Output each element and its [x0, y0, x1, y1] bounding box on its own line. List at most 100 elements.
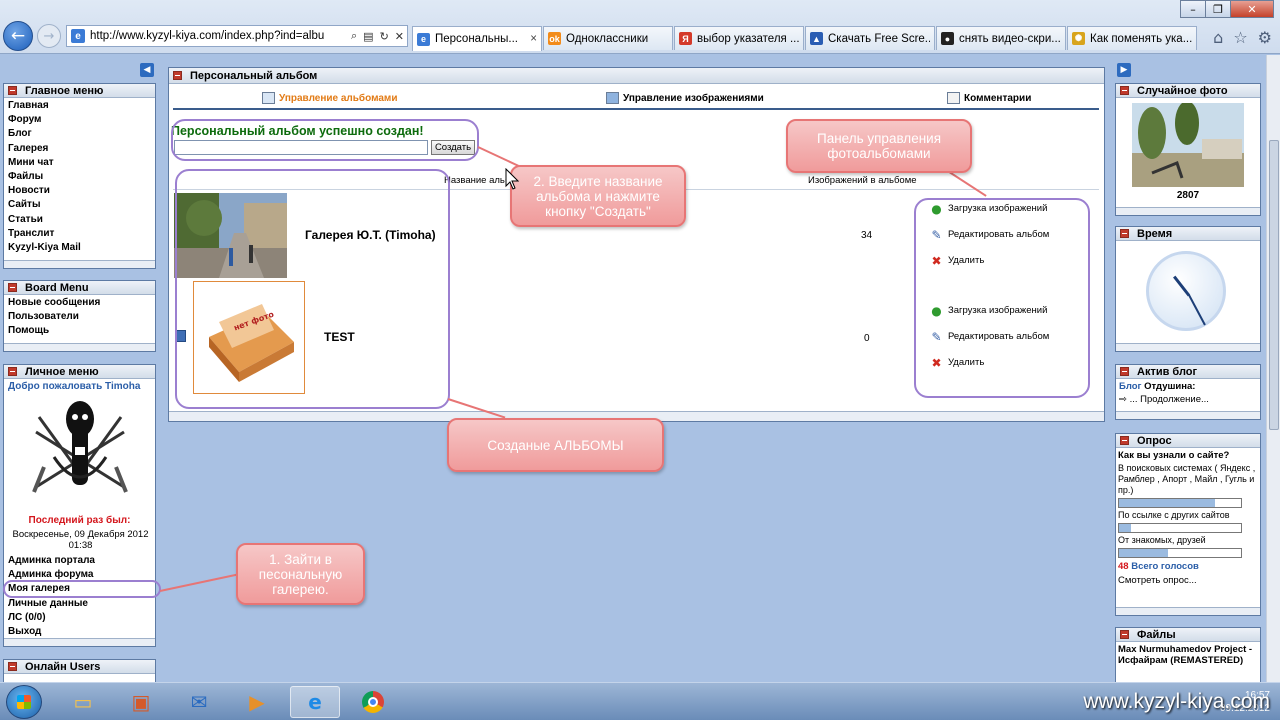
menu-item[interactable]: Личные данные — [8, 597, 151, 611]
view-poll-link[interactable]: Смотреть опрос... — [1116, 573, 1260, 588]
menu-item[interactable]: Сайты — [8, 198, 151, 212]
collapse-minus-icon[interactable] — [8, 367, 17, 376]
collapse-minus-icon[interactable] — [1120, 229, 1129, 238]
menu-item[interactable]: Форум — [8, 113, 151, 127]
tab-favicon-icon: ● — [941, 32, 954, 45]
tab-manage-images[interactable]: Управление изображениями — [606, 92, 764, 104]
files-title: Файлы — [1137, 628, 1176, 641]
board-menu-block: Board Menu Новые сообщения Пользователи По… — [3, 280, 156, 352]
tab-title: выбор указателя ... — [697, 32, 799, 45]
main-menu-header[interactable]: Главное меню — [4, 84, 155, 98]
blog-more-link[interactable]: ⇨ ... Продолжение... — [1116, 394, 1260, 405]
menu-item[interactable]: Мини чат — [8, 156, 151, 170]
menu-item[interactable]: Админка портала — [8, 554, 151, 568]
col-image-count: Изображений в альбоме — [808, 175, 917, 186]
tab-label: Комментарии — [964, 92, 1032, 104]
active-blog-header[interactable]: Актив блог — [1116, 365, 1260, 379]
collapse-minus-icon[interactable] — [1120, 86, 1129, 95]
menu-item[interactable]: Блог — [8, 127, 151, 141]
collapse-minus-icon[interactable] — [1120, 367, 1129, 376]
menu-item[interactable]: Kyzyl-Kiya Mail — [8, 241, 151, 255]
menu-item[interactable]: Галерея — [8, 142, 151, 156]
online-users-header[interactable]: Онлайн Users — [4, 660, 155, 674]
random-photo-id: 2807 — [1176, 190, 1200, 201]
menu-item[interactable]: Помощь — [8, 324, 151, 338]
clock-hour-hand — [1173, 275, 1191, 297]
personal-menu-header[interactable]: Личное меню — [4, 365, 155, 379]
time-header[interactable]: Время — [1116, 227, 1260, 241]
blog-entry[interactable]: Блог Отдушина: — [1116, 379, 1260, 394]
tab-comments[interactable]: Комментарии — [947, 92, 1031, 104]
personal-menu-title: Личное меню — [25, 365, 99, 378]
browser-tab[interactable]: Явыбор указателя ... — [674, 26, 804, 50]
forward-button[interactable]: → — [37, 24, 61, 48]
chrome-icon[interactable] — [348, 686, 398, 718]
clock-minute-hand — [1188, 294, 1206, 326]
poll-header[interactable]: Опрос — [1116, 434, 1260, 448]
browser-tab[interactable]: ● снять видео-скри... — [936, 26, 1066, 50]
menu-item[interactable]: Пользователи — [8, 310, 151, 324]
close-window-button[interactable]: ✕ — [1230, 0, 1274, 18]
poll-option-2-label: По ссылке с других сайтов — [1118, 510, 1230, 520]
explorer-folder-icon[interactable]: ▭ — [58, 686, 108, 718]
poll-total-votes: 48 Всего голосов — [1116, 560, 1260, 573]
address-bar[interactable]: e http://www.kyzyl-kiya.com/index.php?in… — [66, 25, 408, 47]
menu-item[interactable]: Транслит — [8, 227, 151, 241]
compat-view-icon[interactable]: ▤ — [363, 30, 373, 43]
internet-explorer-icon[interactable]: e — [290, 686, 340, 718]
collapse-minus-icon[interactable] — [1120, 436, 1129, 445]
media-player-icon[interactable]: ▶ — [232, 686, 282, 718]
board-menu-header[interactable]: Board Menu — [4, 281, 155, 295]
home-icon[interactable]: ⌂ — [1213, 28, 1223, 47]
page-scrollbar[interactable] — [1266, 55, 1280, 682]
block-footer — [4, 638, 155, 646]
collapse-minus-icon[interactable] — [8, 283, 17, 292]
random-photo-header[interactable]: Случайное фото — [1116, 84, 1260, 98]
browser-tab[interactable]: e Персональны... × — [412, 26, 542, 51]
search-icon[interactable]: ⌕ — [351, 29, 357, 43]
stop-icon[interactable]: ✕ — [395, 30, 404, 43]
collapse-minus-icon[interactable] — [1120, 630, 1129, 639]
minimize-button[interactable]: – — [1180, 0, 1206, 18]
browser-tab[interactable]: ok Одноклассники — [543, 26, 673, 50]
menu-item[interactable]: Файлы — [8, 170, 151, 184]
collapse-left-arrow-icon[interactable]: ◀ — [140, 63, 154, 77]
collapse-right-arrow-icon[interactable]: ▶ — [1117, 63, 1131, 77]
favorites-star-icon[interactable]: ☆ — [1233, 28, 1247, 47]
votes-label: Всего голосов — [1131, 561, 1199, 572]
tab-favicon-icon: ok — [548, 32, 561, 45]
album-manage-icon — [262, 92, 275, 104]
file-entry[interactable]: Max Nurmuhamedov Project - Исфайрам (REM… — [1116, 642, 1260, 668]
menu-item[interactable]: Новые сообщения — [8, 296, 151, 310]
menu-item[interactable]: Статьи — [8, 213, 151, 227]
address-url[interactable]: http://www.kyzyl-kiya.com/index.php?ind=… — [90, 30, 348, 42]
app-icon[interactable]: ▣ — [116, 686, 166, 718]
album-panel-header[interactable]: Персональный альбом — [169, 68, 1104, 84]
menu-item[interactable]: Главная — [8, 99, 151, 113]
settings-gear-icon[interactable]: ⚙ — [1258, 28, 1272, 47]
start-button[interactable] — [6, 685, 42, 719]
scrollbar-thumb[interactable] — [1269, 140, 1279, 430]
files-header[interactable]: Файлы — [1116, 628, 1260, 642]
browser-tab[interactable]: ▲ Скачать Free Scre... — [805, 26, 935, 50]
mail-icon[interactable]: ✉ — [174, 686, 224, 718]
collapse-minus-icon[interactable] — [173, 71, 182, 80]
browser-tab[interactable]: ✺ Как поменять ука... — [1067, 26, 1197, 50]
online-users-title: Онлайн Users — [25, 660, 101, 673]
close-tab-icon[interactable]: × — [530, 33, 537, 45]
blog-name[interactable]: Отдушина: — [1144, 381, 1195, 392]
windows-taskbar: ▭ ▣ ✉ ▶ e 16:57 09.12.2012 www.kyzyl-kiy… — [0, 682, 1280, 720]
menu-item[interactable]: Новости — [8, 184, 151, 198]
poll-option-2-bar — [1118, 523, 1242, 533]
tab-manage-albums[interactable]: Управление альбомами — [262, 92, 397, 104]
maximize-button[interactable]: ❐ — [1205, 0, 1231, 18]
back-button[interactable]: ← — [3, 21, 33, 51]
random-photo-image[interactable] — [1132, 101, 1244, 187]
menu-item[interactable]: ЛС (0/0) — [8, 611, 151, 625]
blog-label[interactable]: Блог — [1119, 381, 1142, 392]
refresh-icon[interactable]: ↻ — [380, 30, 389, 43]
collapse-minus-icon[interactable] — [8, 662, 17, 671]
board-menu-title: Board Menu — [25, 281, 89, 294]
menu-item[interactable]: Выход — [8, 625, 151, 639]
collapse-minus-icon[interactable] — [8, 86, 17, 95]
